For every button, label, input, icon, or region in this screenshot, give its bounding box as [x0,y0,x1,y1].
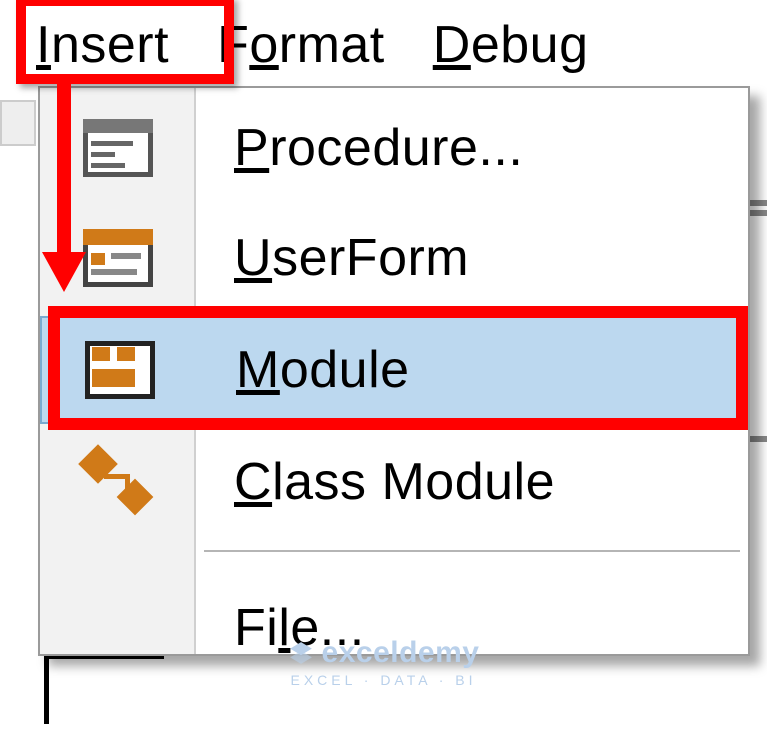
menu-item-procedure[interactable]: Procedure... [40,94,748,202]
userform-icon [83,229,153,287]
menu-item-file-pre: Fi [234,599,278,657]
menu-debug-accel: D [433,16,471,74]
menu-item-file-rest: e... [290,599,364,657]
menu-insert-accel: I [36,16,51,74]
menu-format-pre: F [217,16,249,74]
menu-item-module-rest: odule [280,341,410,399]
menu-item-class-module-rest: lass Module [272,453,555,511]
insert-dropdown: Procedure... UserForm Module Class Modul… [38,86,750,656]
menu-item-file[interactable]: File... [40,574,748,682]
background-fragment [0,100,36,146]
menu-format[interactable]: Format [207,13,395,77]
menu-item-module-accel: M [236,341,280,399]
menu-insert-rest: nsert [51,16,169,74]
menu-item-class-module[interactable]: Class Module [40,428,748,536]
menu-item-userform-accel: U [234,229,272,287]
menubar: Insert Format Debug [0,0,599,90]
menu-item-userform[interactable]: UserForm [40,204,748,312]
menu-item-userform-rest: serForm [272,229,469,287]
module-icon [85,341,155,399]
menu-item-file-accel: l [278,599,290,657]
menu-item-procedure-rest: rocedure... [269,119,523,177]
menu-format-accel: o [249,16,278,74]
menu-item-class-module-accel: C [234,453,272,511]
menu-debug[interactable]: Debug [423,13,599,77]
menu-format-rest: rmat [279,16,385,74]
menu-item-module[interactable]: Module [40,316,748,424]
class-module-icon [78,450,158,514]
menu-separator [204,550,740,552]
menu-debug-rest: ebug [471,16,589,74]
procedure-icon [83,119,153,177]
menu-item-procedure-accel: P [234,119,269,177]
menu-insert[interactable]: Insert [26,13,179,77]
